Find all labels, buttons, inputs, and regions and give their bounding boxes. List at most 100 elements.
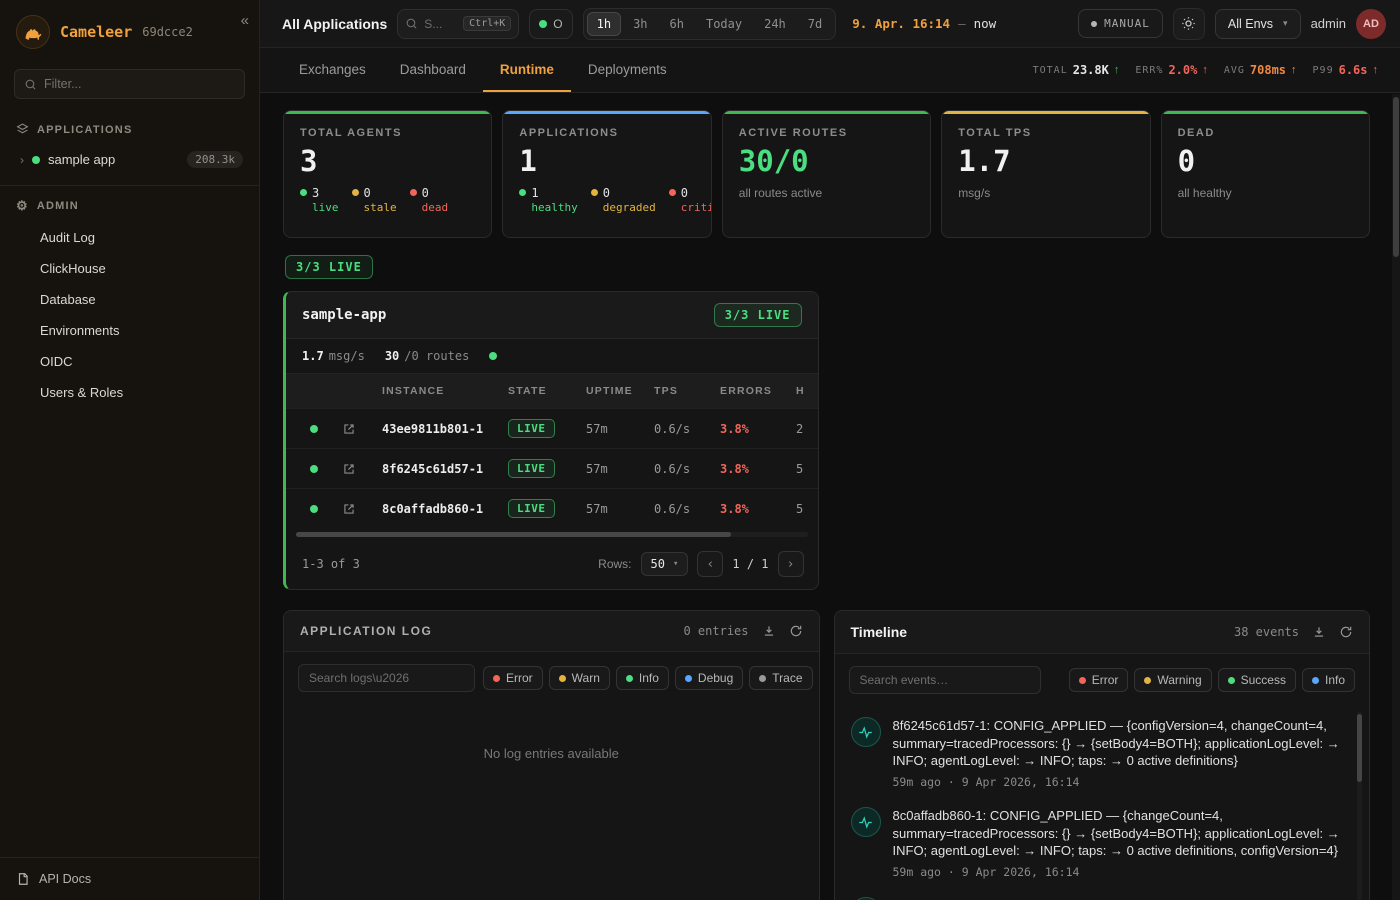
page-scrollbar[interactable] xyxy=(1392,94,1400,900)
level-filter-chip[interactable]: Warning xyxy=(1134,668,1211,692)
timeline-scrollbar-thumb[interactable] xyxy=(1357,714,1362,782)
refresh-mode-button[interactable]: MANUAL xyxy=(1078,9,1163,38)
sidebar-admin-item[interactable]: ClickHouse xyxy=(0,253,259,284)
level-filter-chip[interactable]: Trace xyxy=(749,666,812,690)
refresh-icon[interactable] xyxy=(1339,625,1353,639)
breakdown-text: 0 degraded xyxy=(603,186,656,215)
level-filter-chip[interactable]: Warn xyxy=(549,666,610,690)
online-status-toggle[interactable]: O xyxy=(529,9,572,39)
level-filter-chip[interactable]: Info xyxy=(1302,668,1355,692)
application-meta: 1.7 msg/s 30 /0 routes xyxy=(286,339,818,374)
log-empty-state: No log entries available xyxy=(284,704,819,761)
app-count-badge: 208.3k xyxy=(187,151,243,168)
time-range-button[interactable]: Today xyxy=(696,12,752,36)
level-filter-chip[interactable]: Info xyxy=(616,666,669,690)
instance-tps: 0.6/s xyxy=(654,422,720,436)
stat-card-accent-bar xyxy=(503,111,710,114)
refresh-icon[interactable] xyxy=(789,624,803,638)
stat-cards-row: TOTAL AGENTS 3 3 live 0 stale 0 dead APP… xyxy=(283,110,1370,238)
level-filter-chip[interactable]: Success xyxy=(1218,668,1296,692)
applications-section-header: APPLICATIONS xyxy=(0,115,259,144)
external-link-icon[interactable] xyxy=(338,502,382,516)
horizontal-scrollbar-thumb[interactable] xyxy=(296,532,731,537)
document-icon xyxy=(16,872,30,886)
level-dot-icon xyxy=(1228,677,1235,684)
breakdown-item: 0 stale xyxy=(352,186,397,215)
sidebar-admin-item[interactable]: OIDC xyxy=(0,346,259,377)
time-range-button[interactable]: 24h xyxy=(754,12,796,36)
rows-per-page-select[interactable]: 50 ▾ xyxy=(641,552,689,576)
download-icon[interactable] xyxy=(762,624,776,638)
instance-id: 43ee9811b801-1 xyxy=(382,422,508,436)
time-window[interactable]: 9. Apr. 16:14 — now xyxy=(852,16,996,31)
filter-input[interactable] xyxy=(44,77,235,91)
breakdown-text: 0 criti xyxy=(681,186,712,215)
instance-extra: 5 xyxy=(796,502,818,516)
level-dot-icon xyxy=(493,675,500,682)
admin-section-label: ADMIN xyxy=(37,200,79,212)
stat-card-accent-bar xyxy=(1162,111,1369,114)
sidebar-admin-item-label: Audit Log xyxy=(40,230,95,245)
timeline-panel: Timeline 38 events Error xyxy=(834,610,1371,900)
instance-table-row[interactable]: 8f6245c61d57-1 LIVE 57m 0.6/s 3.8% 5 xyxy=(286,448,818,488)
tab-dashboard[interactable]: Dashboard xyxy=(383,48,483,92)
instance-table-row[interactable]: 8c0affadb860-1 LIVE 57m 0.6/s 3.8% 5 xyxy=(286,488,818,528)
instance-state-badge: LIVE xyxy=(508,459,555,478)
search-shortcut-kbd: Ctrl+K xyxy=(463,16,511,31)
horizontal-scrollbar[interactable] xyxy=(296,532,808,537)
stat-card-title: DEAD xyxy=(1178,127,1353,139)
external-link-icon[interactable] xyxy=(338,462,382,476)
stat-card-value: 0 xyxy=(1178,144,1353,178)
main-content: TOTAL AGENTS 3 3 live 0 stale 0 dead APP… xyxy=(260,93,1400,900)
instance-extra: 5 xyxy=(796,462,818,476)
page-title: All Applications xyxy=(282,16,387,32)
timeline-panel-header: Timeline 38 events xyxy=(835,611,1370,654)
user-avatar[interactable]: AD xyxy=(1356,9,1386,39)
chip-label: Info xyxy=(1325,673,1345,687)
level-filter-chip[interactable]: Error xyxy=(1069,668,1129,692)
global-search[interactable]: S... Ctrl+K xyxy=(397,9,519,39)
timeline-events-list: 8f6245c61d57-1: CONFIG_APPLIED — {config… xyxy=(835,706,1370,900)
time-range-button[interactable]: 3h xyxy=(623,12,657,36)
event-text: 8c0affadb860-1: CONFIG_APPLIED — {change… xyxy=(893,807,1348,860)
time-range-button[interactable]: 7d xyxy=(798,12,832,36)
sidebar-collapse-button[interactable]: « xyxy=(241,12,249,29)
sidebar-admin-item[interactable]: Environments xyxy=(0,315,259,346)
timeline-search-input[interactable] xyxy=(849,666,1041,694)
tab-exchanges[interactable]: Exchanges xyxy=(282,48,383,92)
environment-select[interactable]: All Envs ▾ xyxy=(1215,9,1301,39)
timeline-event[interactable]: 8c0affadb860-1: CONFIG_APPLIED — {change… xyxy=(851,798,1348,888)
sidebar-item-sample-app[interactable]: › sample app 208.3k xyxy=(0,144,259,175)
stat-card: TOTAL AGENTS 3 3 live 0 stale 0 dead xyxy=(283,110,492,238)
timeline-event[interactable]: 8f6245c61d57-1: CONFIG_APPLIED — {config… xyxy=(851,708,1348,798)
tab-runtime[interactable]: Runtime xyxy=(483,48,571,92)
tab-deployments[interactable]: Deployments xyxy=(571,48,684,92)
app-tps-value: 1.7 xyxy=(302,349,324,363)
level-filter-chip[interactable]: Debug xyxy=(675,666,743,690)
theme-toggle-button[interactable] xyxy=(1173,8,1205,40)
time-range-button[interactable]: 1h xyxy=(587,12,621,36)
log-panel-header: APPLICATION LOG 0 entries xyxy=(284,611,819,652)
instance-state-badge: LIVE xyxy=(508,499,555,518)
prev-page-button[interactable]: ‹ xyxy=(697,551,723,577)
sidebar-admin-item[interactable]: Audit Log xyxy=(0,222,259,253)
sidebar-admin-item[interactable]: Database xyxy=(0,284,259,315)
external-link-icon[interactable] xyxy=(338,422,382,436)
instance-table-row[interactable]: 43ee9811b801-1 LIVE 57m 0.6/s 3.8% 2 xyxy=(286,408,818,448)
download-icon[interactable] xyxy=(1312,625,1326,639)
instance-state-badge: LIVE xyxy=(508,419,555,438)
level-filter-chip[interactable]: Error xyxy=(483,666,543,690)
time-range-button[interactable]: 6h xyxy=(660,12,694,36)
api-docs-link[interactable]: API Docs xyxy=(0,857,259,900)
timeline-event[interactable]: 43ee9811b801-1: CONFIG_APPLIED — {change… xyxy=(851,888,1348,900)
timeline-scrollbar[interactable] xyxy=(1357,712,1362,900)
instance-id: 8c0affadb860-1 xyxy=(382,502,508,516)
page-scrollbar-thumb[interactable] xyxy=(1393,97,1399,257)
app-status-dot xyxy=(32,156,40,164)
log-search-input[interactable] xyxy=(298,664,475,692)
sidebar-admin-item[interactable]: Users & Roles xyxy=(0,377,259,408)
cameleer-logo-icon xyxy=(16,15,50,49)
level-dot-icon xyxy=(759,675,766,682)
window-separator: — xyxy=(958,16,966,31)
next-page-button[interactable]: › xyxy=(778,551,804,577)
